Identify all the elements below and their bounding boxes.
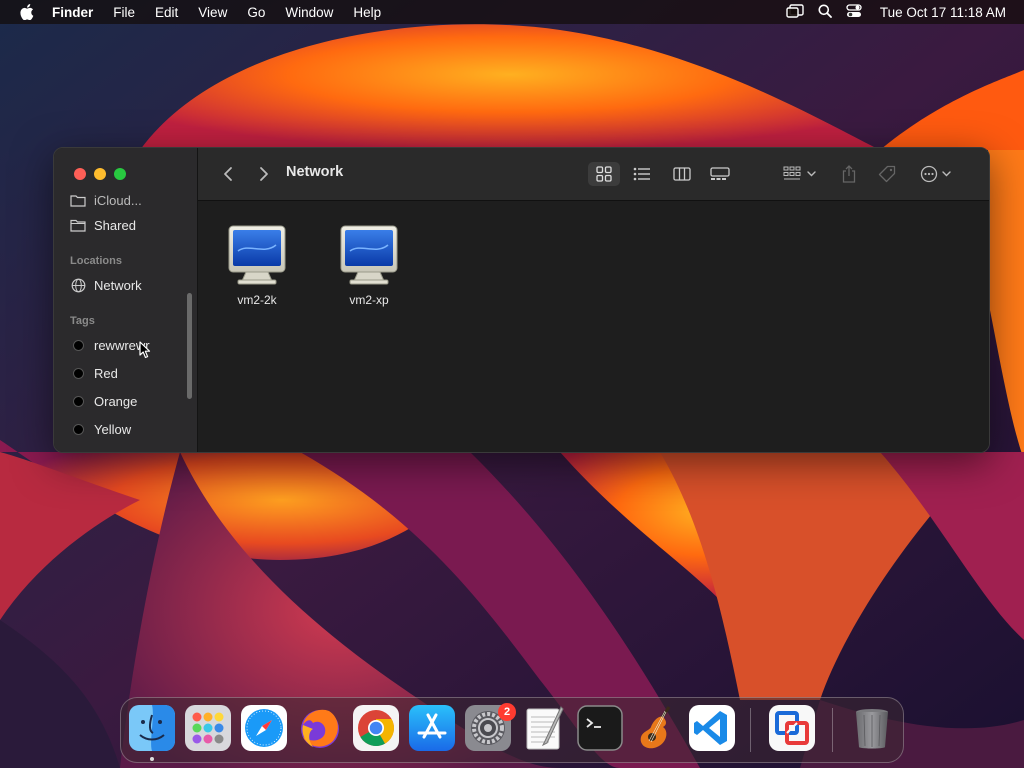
sidebar-tag-rewwrewr[interactable]: rewwrewr xyxy=(70,335,150,355)
finder-toolbar: Network xyxy=(198,148,989,201)
dock-trash-icon[interactable] xyxy=(849,705,895,751)
sidebar-tag-red[interactable]: Red xyxy=(70,363,118,383)
sidebar-item-label: Orange xyxy=(94,393,138,409)
back-button[interactable] xyxy=(218,162,238,186)
running-indicator xyxy=(150,757,154,761)
dock-terminal-icon[interactable] xyxy=(577,705,623,751)
app-menu-finder[interactable]: Finder xyxy=(52,5,93,20)
dock-safari-icon[interactable] xyxy=(241,705,287,751)
network-computer-vm2-2k[interactable]: vm2-2k xyxy=(212,225,302,307)
icon-view-button[interactable] xyxy=(588,162,620,186)
sidebar-item-icloud[interactable]: iCloud... xyxy=(70,192,142,210)
dock-chrome-icon[interactable] xyxy=(353,705,399,751)
dock-vmware-fusion-icon[interactable] xyxy=(769,705,815,751)
screen-mirroring-icon[interactable] xyxy=(786,3,804,21)
sidebar-scroll-area[interactable]: iCloud... Shared Locations Network Tags … xyxy=(54,192,197,452)
sidebar-tag-yellow[interactable]: Yellow xyxy=(70,419,131,439)
forward-icon xyxy=(260,167,268,181)
dock-vscode-icon[interactable] xyxy=(689,705,735,751)
more-actions-button[interactable] xyxy=(918,162,958,186)
gallery-view-button[interactable] xyxy=(704,162,736,186)
sidebar-tag-orange[interactable]: Orange xyxy=(70,391,137,411)
gallery-view-icon xyxy=(710,167,730,180)
sidebar-item-label: Shared xyxy=(94,217,136,233)
window-controls xyxy=(74,168,126,180)
finder-content-area[interactable]: vm2-2k vm2-xp xyxy=(198,201,989,452)
share-icon xyxy=(842,165,856,183)
sidebar-item-label: Network xyxy=(94,277,142,293)
notification-badge: 2 xyxy=(498,703,516,721)
list-view-icon xyxy=(633,167,650,181)
menu-bar-clock[interactable]: Tue Oct 17 11:18 AM xyxy=(880,5,1006,20)
computer-monitor-icon xyxy=(340,225,398,285)
dock-firefox-icon[interactable] xyxy=(297,705,343,751)
sidebar-item-label: iCloud... xyxy=(94,192,142,208)
sidebar-section-locations: Locations xyxy=(70,255,122,267)
column-view-icon xyxy=(673,167,691,181)
dock-textedit-icon[interactable] xyxy=(521,705,567,751)
tag-color-dot xyxy=(73,395,84,407)
shared-folder-icon xyxy=(70,217,86,233)
apple-menu-icon[interactable] xyxy=(18,3,36,21)
menu-edit[interactable]: Edit xyxy=(155,5,178,20)
list-view-button[interactable] xyxy=(626,162,658,186)
globe-icon xyxy=(70,277,86,293)
menu-go[interactable]: Go xyxy=(247,5,265,20)
file-name-label: vm2-xp xyxy=(349,293,389,307)
tag-button[interactable] xyxy=(876,162,898,186)
group-icon xyxy=(783,166,816,180)
dock-separator xyxy=(750,708,751,752)
mouse-pointer-icon xyxy=(139,341,151,364)
close-window-button[interactable] xyxy=(74,168,86,180)
dock-garageband-icon[interactable] xyxy=(633,705,679,751)
tag-color-dot xyxy=(73,339,84,351)
dock-app-store-icon[interactable] xyxy=(409,705,455,751)
sidebar-item-network[interactable]: Network xyxy=(70,275,142,295)
finder-window: iCloud... Shared Locations Network Tags … xyxy=(53,147,990,453)
zoom-window-button[interactable] xyxy=(114,168,126,180)
sidebar-scrollbar[interactable] xyxy=(187,293,192,399)
sidebar-item-shared[interactable]: Shared xyxy=(70,215,136,235)
menu-view[interactable]: View xyxy=(198,5,227,20)
finder-sidebar: iCloud... Shared Locations Network Tags … xyxy=(54,148,198,452)
sidebar-item-label: Red xyxy=(94,365,118,381)
network-computer-vm2-xp[interactable]: vm2-xp xyxy=(324,225,414,307)
menu-window[interactable]: Window xyxy=(285,5,333,20)
forward-button[interactable] xyxy=(254,162,274,186)
menu-help[interactable]: Help xyxy=(353,5,381,20)
tag-color-dot xyxy=(73,367,84,379)
icon-view-icon xyxy=(596,166,612,182)
menu-bar: Finder File Edit View Go Window Help Tue… xyxy=(0,0,1024,24)
sidebar-section-tags: Tags xyxy=(70,315,95,327)
dock-launchpad-icon[interactable] xyxy=(185,705,231,751)
dock-finder-icon[interactable] xyxy=(129,705,175,751)
minimize-window-button[interactable] xyxy=(94,168,106,180)
spotlight-search-icon[interactable] xyxy=(818,4,832,21)
share-button[interactable] xyxy=(838,162,860,186)
sidebar-item-label: Yellow xyxy=(94,421,132,437)
computer-monitor-icon xyxy=(228,225,286,285)
window-title: Network xyxy=(286,164,344,180)
column-view-button[interactable] xyxy=(666,162,698,186)
folder-icon xyxy=(70,192,86,208)
more-icon xyxy=(920,165,951,183)
file-name-label: vm2-2k xyxy=(237,293,277,307)
dock-separator xyxy=(832,708,833,752)
menu-file[interactable]: File xyxy=(113,5,135,20)
tag-icon xyxy=(878,165,896,183)
back-icon xyxy=(224,167,232,181)
tag-color-dot xyxy=(73,423,84,435)
dock: 2 xyxy=(120,697,904,763)
control-center-icon[interactable] xyxy=(846,3,862,21)
group-by-button[interactable] xyxy=(780,162,822,186)
